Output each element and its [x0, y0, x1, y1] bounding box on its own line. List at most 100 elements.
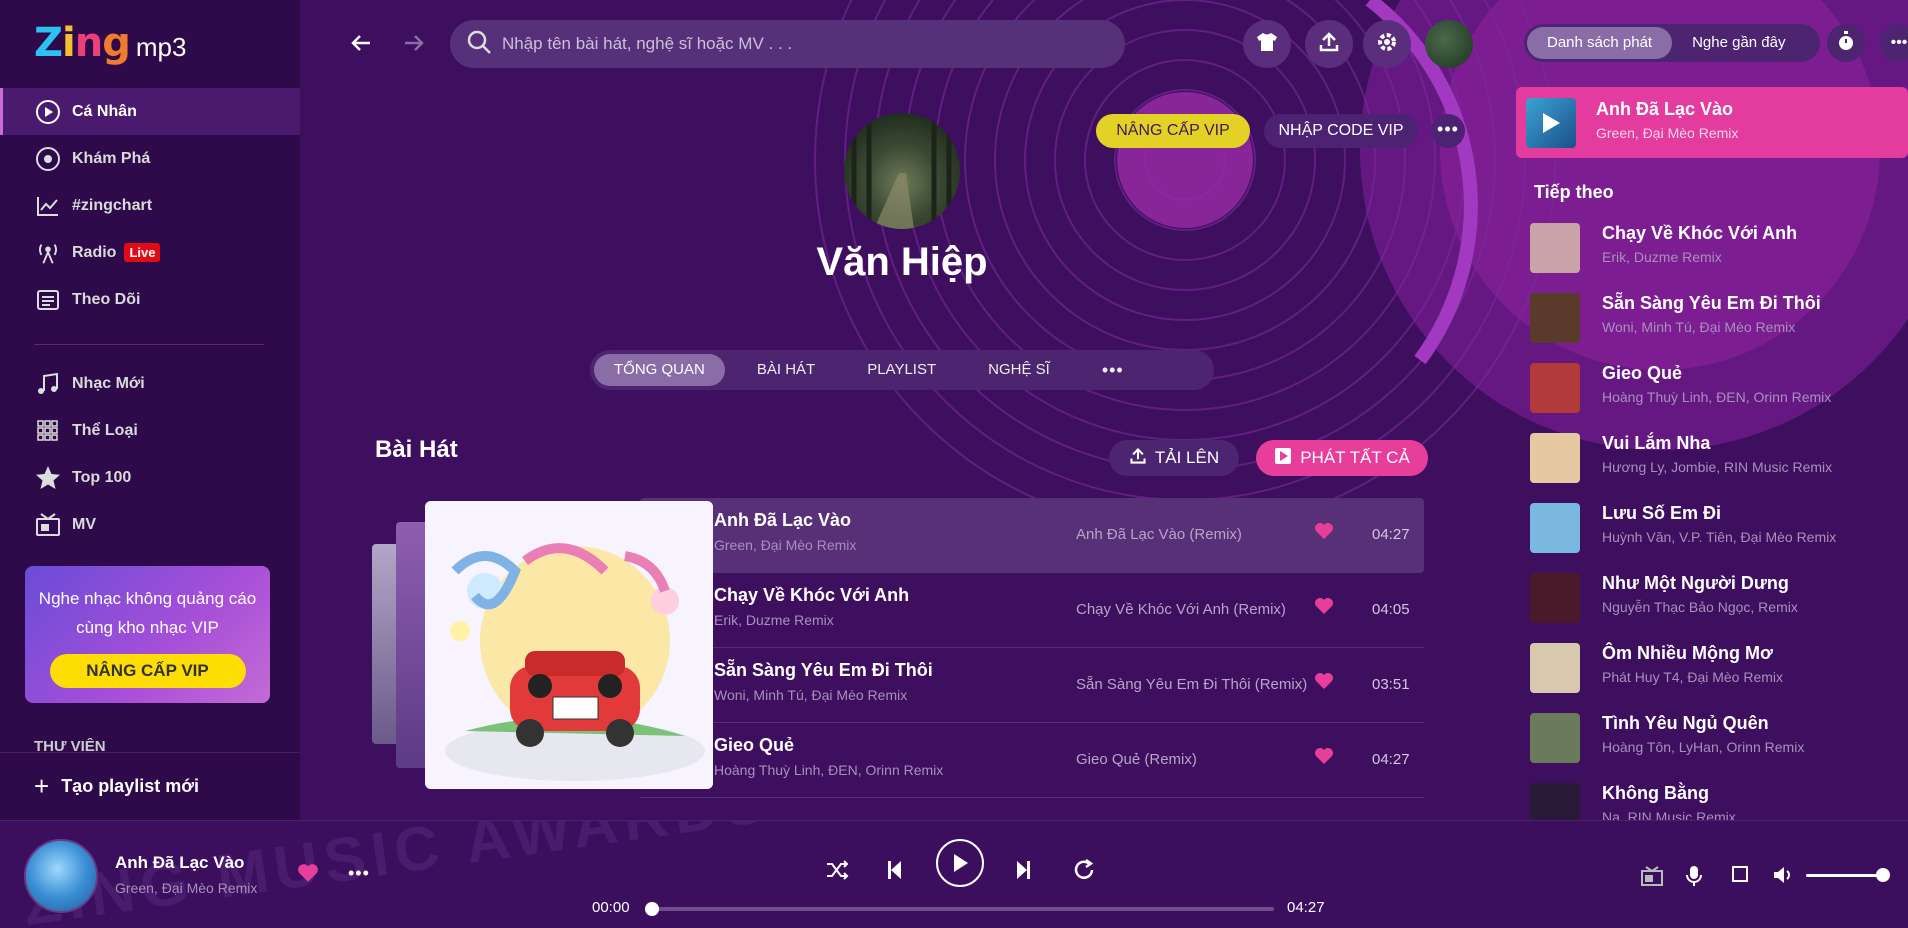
microphone-icon[interactable] — [1686, 865, 1702, 892]
chart-icon — [34, 192, 62, 220]
profile-name: Văn Hiệp — [816, 240, 988, 284]
sidebar-upgrade-vip-button[interactable]: NÂNG CẤP VIP — [49, 654, 246, 688]
search-input[interactable] — [502, 34, 1102, 54]
heart-icon[interactable] — [297, 863, 319, 888]
song-artist[interactable]: Green, Đại Mèo Remix — [714, 537, 856, 553]
tab-more[interactable]: ••• — [1082, 354, 1144, 386]
song-album[interactable]: Chạy Về Khóc Với Anh (Remix) — [1076, 601, 1286, 618]
sidebar-item-following[interactable]: Theo Dõi — [0, 276, 300, 323]
player-cover-art[interactable] — [24, 839, 98, 913]
more-dots-icon: ••• — [348, 863, 370, 883]
queue-item-artist[interactable]: Huỳnh Văn, V.P. Tiên, Đại Mèo Remix — [1602, 529, 1836, 545]
settings-button[interactable] — [1363, 20, 1411, 68]
sidebar-item-top100[interactable]: Top 100 — [0, 454, 300, 501]
vip-promo-text-2: cùng kho nhạc VIP — [76, 618, 219, 637]
zing-mp3-logo[interactable]: Zing mp3 — [34, 20, 186, 70]
queue-item[interactable]: Sẵn Sàng Yêu Em Đi Thôi Woni, Minh Tú, Đạ… — [1530, 289, 1900, 349]
forward-arrow-icon[interactable] — [403, 30, 425, 61]
song-album[interactable]: Sẵn Sàng Yêu Em Đi Thôi (Remix) — [1076, 676, 1307, 693]
player-more-button[interactable]: ••• — [348, 863, 370, 884]
queue-item[interactable]: Như Một Người Dưng Nguyễn Thạc Bảo Ngọc, … — [1530, 569, 1900, 629]
user-avatar[interactable] — [1425, 20, 1473, 68]
sidebar-item-genres[interactable]: Thể Loại — [0, 407, 300, 454]
upgrade-vip-button[interactable]: NÂNG CẤP VIP — [1096, 114, 1250, 148]
progress-bar[interactable] — [645, 902, 1274, 916]
play-all-button[interactable]: PHÁT TẤT CẢ — [1256, 440, 1428, 476]
panel-more-button[interactable]: ••• — [1880, 24, 1908, 62]
song-artist[interactable]: Erik, Duzme Remix — [714, 612, 834, 628]
sidebar-item-zingchart[interactable]: #zingchart — [0, 182, 300, 229]
queue-item-artist[interactable]: Hương Ly, Jombie, RIN Music Remix — [1602, 459, 1832, 475]
queue-item[interactable]: Vui Lắm Nha Hương Ly, Jombie, RIN Music R… — [1530, 429, 1900, 489]
sleep-timer-button[interactable] — [1827, 24, 1865, 62]
queue-item-artist[interactable]: Nguyễn Thạc Bảo Ngọc, Remix — [1602, 599, 1798, 615]
volume-slider[interactable] — [1806, 874, 1884, 877]
tab-artists[interactable]: NGHỆ SĨ — [968, 354, 1070, 386]
heart-icon[interactable] — [1314, 747, 1334, 770]
song-artist[interactable]: Hoàng Thuỳ Linh, ĐEN, Orinn Remix — [714, 762, 943, 778]
volume-knob[interactable] — [1876, 868, 1890, 882]
queue-item-artist[interactable]: Phát Huy T4, Đại Mèo Remix — [1602, 669, 1783, 685]
queue-item[interactable]: Lưu Số Em Đi Huỳnh Văn, V.P. Tiên, Đại Mè… — [1530, 499, 1900, 559]
queue-item[interactable]: Ôm Nhiều Mộng Mơ Phát Huy T4, Đại Mèo Rem… — [1530, 639, 1900, 699]
queue-item-artist[interactable]: Woni, Minh Tú, Đại Mèo Remix — [1602, 319, 1795, 335]
queue-item[interactable]: Tình Yêu Ngủ Quên Hoàng Tôn, LyHan, Orinn… — [1530, 709, 1900, 769]
upload-button[interactable] — [1305, 20, 1353, 68]
song-row[interactable]: Gieo Quẻ Hoàng Thuỳ Linh, ĐEN, Orinn Rem… — [640, 723, 1424, 798]
player-song-artist[interactable]: Green, Đại Mèo Remix — [115, 880, 257, 896]
play-icon — [1543, 113, 1560, 133]
tab-songs[interactable]: BÀI HÁT — [737, 354, 835, 386]
sidebar-item-new-music[interactable]: Nhạc Mới — [0, 360, 300, 407]
sidebar-item-explore[interactable]: Khám Phá — [0, 135, 300, 182]
gear-icon — [1376, 31, 1398, 58]
queue-item-title: Như Một Người Dưng — [1602, 573, 1789, 593]
tab-overview[interactable]: TỔNG QUAN — [594, 354, 725, 386]
album-cover-art[interactable] — [425, 501, 713, 789]
queue-item-title: Gieo Quẻ — [1602, 363, 1683, 383]
next-track-icon[interactable] — [1015, 859, 1031, 886]
sidebar-item-personal[interactable]: Cá Nhân — [0, 88, 300, 135]
shirt-icon — [1255, 31, 1279, 58]
enter-vip-code-button[interactable]: NHẬP CODE VIP — [1264, 114, 1418, 148]
now-playing-card[interactable]: Anh Đã Lạc Vào Green, Đại Mèo Remix — [1516, 87, 1908, 158]
song-row[interactable]: Chạy Về Khóc Với Anh Erik, Duzme Remix C… — [640, 573, 1424, 648]
upload-song-button[interactable]: TẢI LÊN — [1109, 440, 1239, 476]
mini-player-icon[interactable] — [1731, 865, 1749, 888]
queue-item-title: Chạy Về Khóc Với Anh — [1602, 223, 1798, 243]
profile-more-button[interactable]: ••• — [1431, 114, 1465, 148]
queue-item-artist[interactable]: Erik, Duzme Remix — [1602, 249, 1722, 265]
queue-item-thumbnail — [1530, 363, 1580, 413]
queue-item-title: Lưu Số Em Đi — [1602, 503, 1722, 523]
progress-knob[interactable] — [645, 902, 659, 916]
heart-icon[interactable] — [1314, 522, 1334, 545]
tab-now-playlist[interactable]: Danh sách phát — [1527, 27, 1673, 59]
song-artist[interactable]: Woni, Minh Tú, Đại Mèo Remix — [714, 687, 907, 703]
more-dots-icon: ••• — [1890, 34, 1908, 51]
sidebar-item-radio[interactable]: Radio Live — [0, 229, 300, 276]
search-bar[interactable] — [450, 20, 1125, 68]
heart-icon[interactable] — [1314, 597, 1334, 620]
tab-recently-played[interactable]: Nghe gần đây — [1672, 27, 1805, 59]
heart-icon[interactable] — [1314, 672, 1334, 695]
queue-item-artist[interactable]: Hoàng Tôn, LyHan, Orinn Remix — [1602, 739, 1804, 755]
now-playing-artist[interactable]: Green, Đại Mèo Remix — [1596, 125, 1738, 141]
song-album[interactable]: Gieo Quẻ (Remix) — [1076, 751, 1197, 768]
song-row[interactable]: Sẵn Sàng Yêu Em Đi Thôi Woni, Minh Tú, Đ… — [640, 648, 1424, 723]
queue-item[interactable]: Chạy Về Khóc Với Anh Erik, Duzme Remix — [1530, 219, 1900, 279]
tab-playlist[interactable]: PLAYLIST — [847, 354, 956, 386]
mv-icon[interactable] — [1640, 865, 1664, 892]
previous-track-icon[interactable] — [887, 859, 903, 886]
queue-item-artist[interactable]: Hoàng Thuỳ Linh, ĐEN, Orinn Remix — [1602, 389, 1831, 405]
volume-icon[interactable] — [1772, 865, 1794, 890]
song-row[interactable]: Anh Đã Lạc Vào Green, Đại Mèo Remix Anh … — [640, 498, 1424, 573]
queue-item[interactable]: Gieo Quẻ Hoàng Thuỳ Linh, ĐEN, Orinn Remi… — [1530, 359, 1900, 419]
play-pause-button[interactable] — [936, 839, 984, 887]
repeat-icon[interactable] — [1072, 858, 1096, 886]
more-dots-icon: ••• — [1101, 360, 1124, 380]
sidebar-item-mv[interactable]: MV — [0, 501, 300, 548]
theme-shirt-button[interactable] — [1243, 20, 1291, 68]
song-album[interactable]: Anh Đã Lạc Vào (Remix) — [1076, 526, 1242, 543]
back-arrow-icon[interactable] — [350, 30, 372, 61]
shuffle-icon[interactable] — [825, 859, 849, 886]
create-playlist-button[interactable]: + Tạo playlist mới — [0, 752, 300, 820]
